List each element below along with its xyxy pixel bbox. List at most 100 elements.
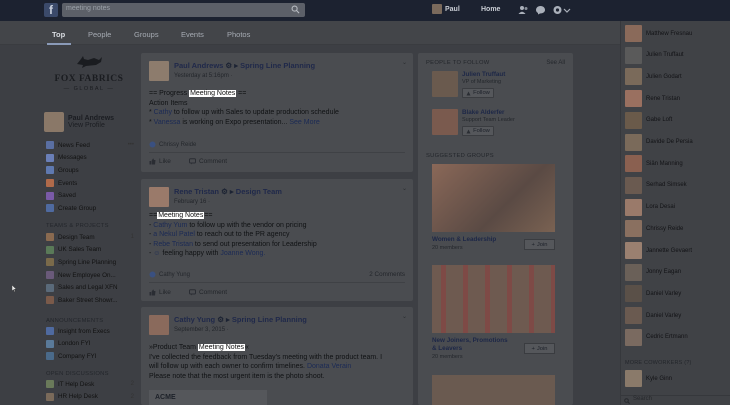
view-profile-link[interactable]: View Profile bbox=[68, 122, 114, 129]
attachment-preview[interactable]: ACME bbox=[149, 390, 267, 405]
sidebar-item-uk-sales[interactable]: UK Sales Team bbox=[46, 244, 138, 257]
avatar[interactable] bbox=[432, 71, 458, 97]
person-name[interactable]: Blake Alderfer bbox=[462, 109, 515, 116]
sidebar-item-design-team[interactable]: Design Team 1 bbox=[46, 231, 138, 244]
mention-link[interactable]: Cathy bbox=[154, 109, 172, 116]
notifications-icon[interactable] bbox=[552, 5, 563, 15]
see-more-link[interactable]: See More bbox=[289, 119, 319, 126]
mention-link[interactable]: Donata Verain bbox=[307, 363, 351, 370]
post-options-icon[interactable]: ⌄ bbox=[402, 59, 407, 66]
search-icon[interactable] bbox=[291, 5, 300, 14]
tab-groups[interactable]: Groups bbox=[134, 30, 159, 39]
search-input[interactable]: meeting notes bbox=[62, 3, 305, 17]
post-timestamp[interactable]: Yesterday at 5:16pm · bbox=[174, 73, 315, 79]
tab-photos[interactable]: Photos bbox=[227, 30, 250, 39]
chat-contact[interactable]: Daniel Varley bbox=[625, 285, 681, 303]
sidebar-item-create-group[interactable]: Create Group bbox=[46, 202, 138, 215]
my-profile[interactable]: Paul Andrews View Profile bbox=[44, 112, 114, 132]
avatar bbox=[625, 220, 642, 238]
post-author[interactable]: Cathy Yung ⚙ ▸ Spring Line Planning bbox=[174, 315, 307, 324]
avatar[interactable] bbox=[149, 315, 169, 335]
post-target-group[interactable]: Design Team bbox=[236, 187, 282, 196]
tab-events[interactable]: Events bbox=[181, 30, 204, 39]
group-cover-photo[interactable] bbox=[432, 164, 555, 232]
seen-by[interactable]: Chrissy Reide bbox=[149, 141, 196, 148]
post-options-icon[interactable]: ⌄ bbox=[402, 185, 407, 192]
avatar[interactable] bbox=[149, 187, 169, 207]
post-author[interactable]: Rene Tristan ⚙ ▸ Design Team bbox=[174, 187, 282, 196]
chat-contact[interactable]: Chrissy Reide bbox=[625, 220, 683, 238]
chat-contact[interactable]: Siân Manning bbox=[625, 155, 683, 173]
chat-contact[interactable]: Davide De Persia bbox=[625, 133, 693, 151]
mention-link[interactable]: Cathy Yum bbox=[153, 222, 187, 229]
chat-contact[interactable]: Julien Truffaut bbox=[625, 46, 684, 64]
post-options-icon[interactable]: ⌄ bbox=[402, 313, 407, 320]
chat-contact[interactable]: Jonny Eagan bbox=[625, 263, 682, 281]
avatar[interactable] bbox=[149, 61, 169, 81]
chat-contact[interactable]: Julien Godart bbox=[625, 68, 682, 86]
see-all-link[interactable]: See All bbox=[546, 60, 565, 66]
sidebar-item-london[interactable]: London FYI bbox=[46, 338, 138, 351]
tab-top[interactable]: Top bbox=[52, 30, 65, 39]
tab-people[interactable]: People bbox=[88, 30, 111, 39]
chat-search-input[interactable]: Search bbox=[621, 395, 730, 405]
sidebar-item-baker-street[interactable]: Baker Street Showr... bbox=[46, 294, 138, 307]
avatar[interactable] bbox=[432, 109, 458, 135]
follow-button[interactable]: Follow bbox=[462, 126, 494, 136]
sidebar-item-messages[interactable]: Messages bbox=[46, 152, 138, 165]
group-cover-photo[interactable] bbox=[432, 265, 555, 333]
post-author[interactable]: Paul Andrews ⚙ ▸ Spring Line Planning bbox=[174, 61, 315, 70]
group-name[interactable]: Women & Leadership bbox=[432, 236, 510, 244]
sidebar-item-it-help[interactable]: IT Help Desk 2 bbox=[46, 378, 138, 391]
mention-link[interactable]: Joanne Wong. bbox=[220, 250, 265, 257]
chat-contact[interactable]: Matthew Fresnau bbox=[625, 25, 692, 42]
person-name[interactable]: Julien Truffaut bbox=[462, 71, 505, 78]
sidebar-item-saved[interactable]: Saved bbox=[46, 189, 138, 202]
search-value[interactable]: meeting notes bbox=[66, 5, 110, 12]
chat-contact[interactable]: Lora Desai bbox=[625, 198, 675, 216]
mention-link[interactable]: Vanessa bbox=[154, 119, 181, 126]
chat-contact[interactable]: Cedric Ertmann bbox=[625, 328, 688, 346]
chat-contact[interactable]: Daniel Varley bbox=[625, 307, 681, 325]
messages-icon[interactable] bbox=[535, 5, 546, 15]
sidebar-item-sales-legal[interactable]: Sales and Legal XFN bbox=[46, 281, 138, 294]
home-link[interactable]: Home bbox=[481, 6, 500, 13]
comments-count-link[interactable]: 2 Comments bbox=[369, 271, 405, 278]
post-target-group[interactable]: Spring Line Planning bbox=[232, 315, 307, 324]
chat-contact[interactable]: Jannette Gevaert bbox=[625, 242, 692, 259]
seen-by[interactable]: Cathy Yung bbox=[149, 271, 190, 278]
chat-contact[interactable]: Serhad Simsek bbox=[625, 176, 687, 194]
chat-contact[interactable]: Gabe Loft bbox=[625, 111, 672, 129]
group-cover-photo[interactable] bbox=[432, 375, 555, 405]
post-body: ==Meeting Notes== - Cathy Yum to follow … bbox=[149, 212, 317, 257]
like-button[interactable]: Like bbox=[149, 289, 171, 296]
like-button[interactable]: Like bbox=[149, 158, 171, 165]
sidebar-item-hr-help[interactable]: HR Help Desk 2 bbox=[46, 391, 138, 404]
post-target-group[interactable]: Spring Line Planning bbox=[240, 61, 315, 70]
comment-button[interactable]: Comment bbox=[188, 158, 227, 165]
sidebar-item-new-employee[interactable]: New Employee On... bbox=[46, 269, 138, 282]
mention-link[interactable]: Rebe Tristan bbox=[153, 241, 193, 248]
mention-link[interactable]: a Nekul Patel bbox=[153, 231, 195, 238]
chat-contact[interactable]: Kyle Ginn bbox=[625, 370, 672, 387]
group-name[interactable]: New Joiners, Promotions & Leavers bbox=[432, 337, 510, 353]
company-logo[interactable]: FOX FABRICS — GLOBAL — bbox=[44, 52, 134, 102]
post-timestamp[interactable]: February 16 · bbox=[174, 199, 282, 205]
join-button[interactable]: + Join bbox=[524, 343, 555, 354]
facebook-logo[interactable]: f bbox=[44, 3, 58, 17]
chat-contact[interactable]: Rene Tristan bbox=[625, 90, 680, 108]
follow-button[interactable]: Follow bbox=[462, 88, 494, 98]
sidebar-item-insight[interactable]: Insight from Execs bbox=[46, 325, 138, 338]
comment-button[interactable]: Comment bbox=[188, 289, 227, 296]
join-button[interactable]: + Join bbox=[524, 239, 555, 250]
sidebar-item-news-feed[interactable]: News Feed ••• bbox=[46, 139, 138, 152]
profile-link[interactable]: Paul bbox=[432, 4, 460, 14]
sidebar-item-groups[interactable]: Groups bbox=[46, 164, 138, 177]
sidebar-item-spring-line[interactable]: Spring Line Planning bbox=[46, 256, 138, 269]
chat-contact-name: Jonny Eagan bbox=[646, 269, 682, 276]
sidebar-item-events[interactable]: Events bbox=[46, 177, 138, 190]
post-timestamp[interactable]: September 3, 2015 · bbox=[174, 327, 307, 333]
chevron-down-icon[interactable] bbox=[563, 5, 571, 15]
friend-requests-icon[interactable] bbox=[518, 5, 529, 15]
sidebar-item-company[interactable]: Company FYI bbox=[46, 350, 138, 363]
